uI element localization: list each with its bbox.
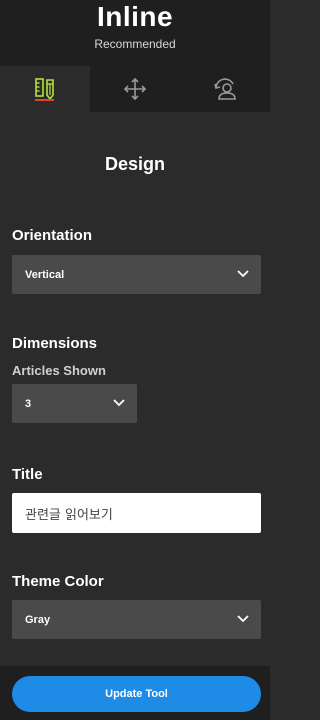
- section-title: Design: [104, 154, 165, 174]
- tab-settings[interactable]: [180, 66, 270, 112]
- panel-title: Inline: [96, 1, 174, 32]
- chevron-down-icon: [113, 398, 125, 410]
- move-arrows-icon: [122, 76, 148, 102]
- ruler-pencil-icon: [33, 76, 57, 102]
- tab-design[interactable]: [0, 66, 90, 112]
- panel-subtitle: Recommended: [94, 37, 176, 51]
- title-label: Title: [12, 466, 43, 483]
- articles-shown-value: 3: [25, 397, 32, 410]
- tab-bar: [0, 66, 270, 112]
- user-settings-icon: [211, 76, 239, 102]
- panel-header: Inline Recommended: [0, 0, 270, 66]
- dimensions-label: Dimensions: [12, 335, 98, 352]
- chevron-down-icon: [237, 614, 249, 626]
- orientation-value: Vertical: [25, 268, 65, 281]
- articles-shown-select[interactable]: 3: [12, 384, 137, 423]
- orientation-select[interactable]: Vertical: [12, 255, 261, 294]
- app-panel: Inline Recommended Design Orientation Ve…: [0, 0, 270, 720]
- update-tool-button[interactable]: Update Tool: [12, 676, 261, 712]
- panel-footer: Update Tool: [0, 666, 270, 720]
- chevron-down-icon: [237, 269, 249, 281]
- orientation-label: Orientation: [12, 227, 93, 244]
- theme-color-select[interactable]: Gray: [12, 600, 261, 639]
- theme-color-value: Gray: [25, 613, 51, 626]
- title-input[interactable]: [12, 493, 261, 533]
- tab-position[interactable]: [90, 66, 180, 112]
- theme-color-label: Theme Color: [12, 573, 104, 590]
- articles-shown-label: Articles Shown: [12, 363, 106, 378]
